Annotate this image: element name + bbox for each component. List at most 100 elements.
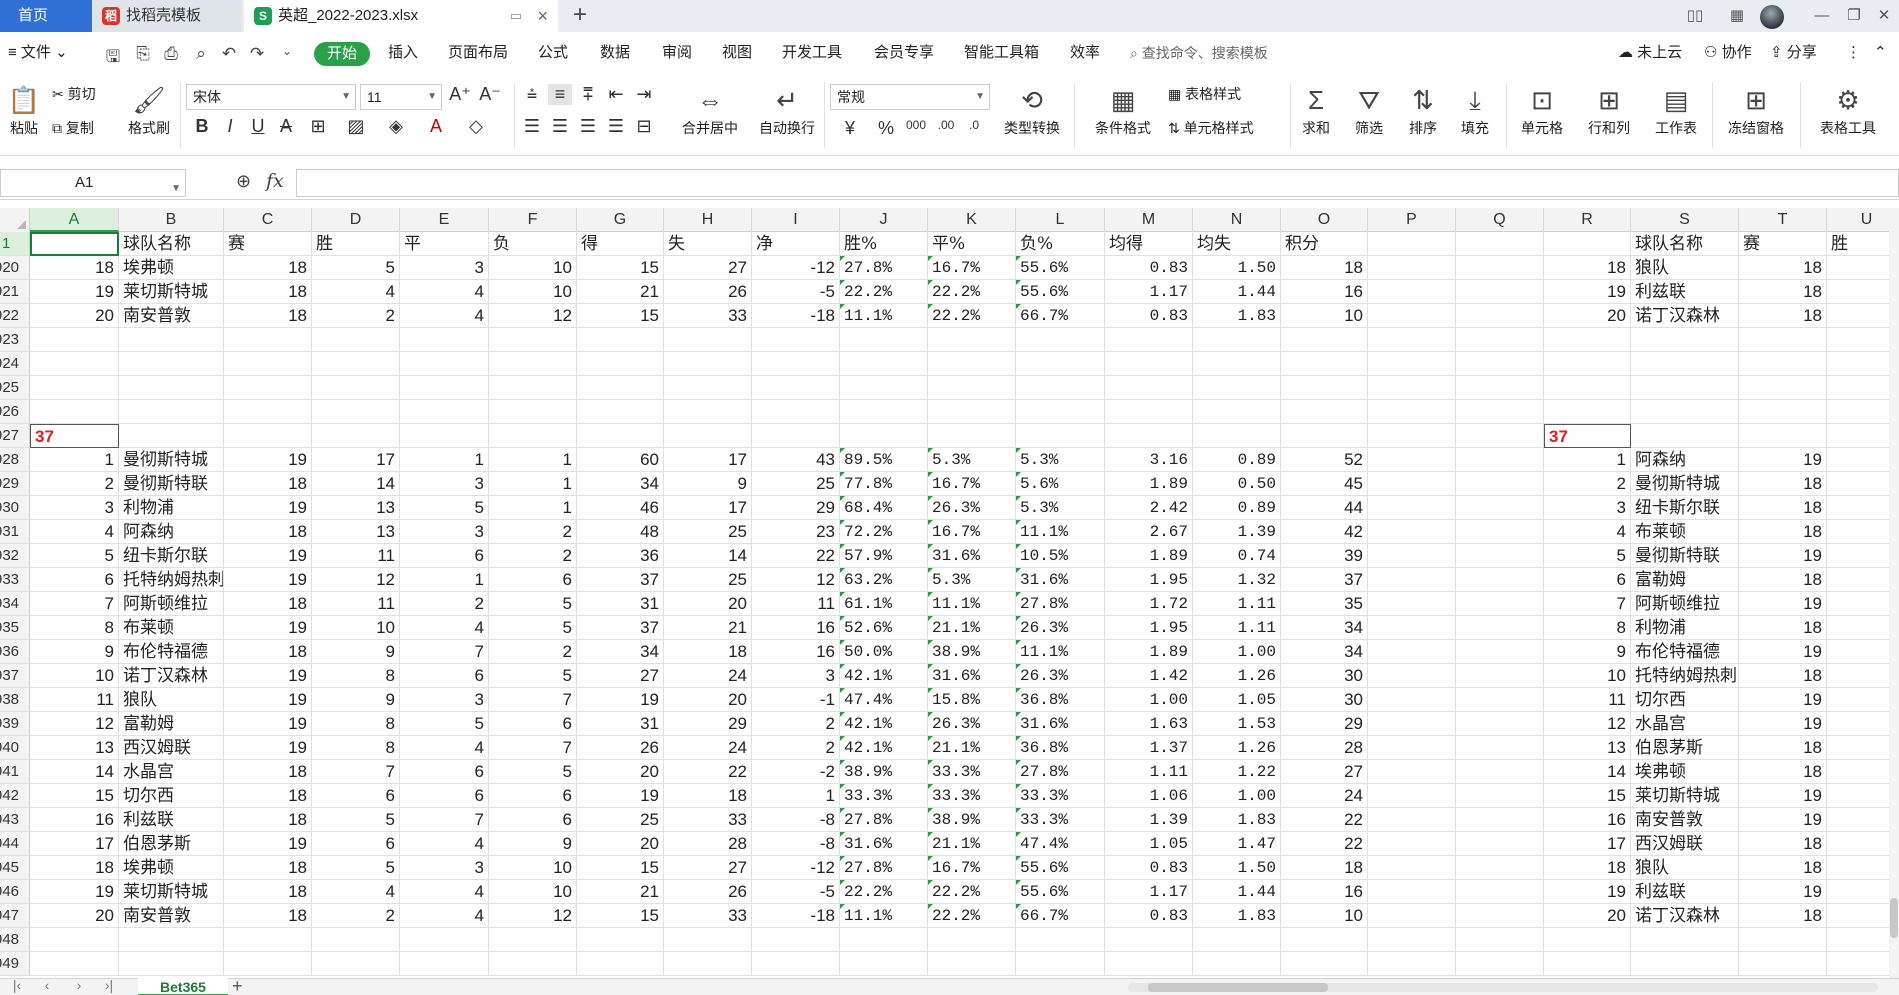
table-cell[interactable]: 3 bbox=[400, 256, 489, 280]
table-cell[interactable]: 莱切斯特城 bbox=[119, 880, 224, 904]
table-cell[interactable]: 20 bbox=[1544, 904, 1631, 928]
table-cell[interactable] bbox=[1544, 928, 1631, 952]
table-cell[interactable]: 18 bbox=[664, 784, 752, 808]
cell-style-button[interactable]: ⇅ 单元格样式 bbox=[1168, 118, 1254, 138]
paste-button[interactable]: 📋 粘贴 bbox=[4, 82, 44, 138]
table-cell[interactable]: 19 bbox=[224, 544, 312, 568]
table-cell[interactable]: 1.11 bbox=[1193, 592, 1281, 616]
table-cell[interactable]: 曼彻斯特联 bbox=[119, 472, 224, 496]
table-cell[interactable]: 16 bbox=[1544, 808, 1631, 832]
table-cell[interactable] bbox=[1368, 448, 1456, 472]
table-cell[interactable] bbox=[664, 352, 752, 376]
row-header[interactable]: 933 bbox=[0, 568, 30, 592]
table-cell[interactable] bbox=[400, 952, 489, 976]
table-cell[interactable] bbox=[1739, 928, 1827, 952]
table-cell[interactable]: 3 bbox=[400, 520, 489, 544]
table-cell[interactable]: 1.22 bbox=[1193, 760, 1281, 784]
table-cell[interactable]: 19 bbox=[224, 616, 312, 640]
table-cell[interactable]: 72.2% bbox=[840, 520, 928, 544]
table-cell[interactable] bbox=[224, 376, 312, 400]
table-cell[interactable]: 11.1% bbox=[840, 304, 928, 328]
table-cell[interactable]: 24 bbox=[664, 664, 752, 688]
table-cell[interactable]: 10 bbox=[1281, 904, 1368, 928]
table-cell[interactable]: 19 bbox=[577, 784, 664, 808]
row-header[interactable]: 945 bbox=[0, 856, 30, 880]
table-cell[interactable] bbox=[1105, 424, 1193, 448]
table-cell[interactable] bbox=[400, 328, 489, 352]
table-cell[interactable] bbox=[928, 928, 1016, 952]
table-cell[interactable]: 曼彻斯特联 bbox=[1631, 544, 1739, 568]
table-cell[interactable] bbox=[489, 328, 577, 352]
italic-icon[interactable]: I bbox=[218, 116, 242, 137]
table-cell[interactable]: 6 bbox=[400, 760, 489, 784]
table-cell[interactable] bbox=[400, 928, 489, 952]
table-cell[interactable]: 14 bbox=[312, 472, 400, 496]
table-cell[interactable]: 29 bbox=[664, 712, 752, 736]
table-cell[interactable]: 20 bbox=[664, 688, 752, 712]
table-cell[interactable] bbox=[312, 928, 400, 952]
table-cell[interactable]: -1 bbox=[752, 688, 840, 712]
table-cell[interactable]: 18 bbox=[664, 640, 752, 664]
table-cell[interactable]: 南安普敦 bbox=[1631, 808, 1739, 832]
table-cell[interactable]: 纽卡斯尔联 bbox=[119, 544, 224, 568]
table-cell[interactable]: 布莱顿 bbox=[119, 616, 224, 640]
table-cell[interactable]: 5 bbox=[489, 616, 577, 640]
sheet-tab-bet365[interactable]: Bet365 bbox=[138, 978, 228, 995]
table-cell[interactable]: -12 bbox=[752, 856, 840, 880]
align-middle-icon[interactable]: ≡ bbox=[548, 84, 572, 105]
minimize-icon[interactable]: — bbox=[1808, 0, 1836, 32]
table-cell[interactable]: 44 bbox=[1281, 496, 1368, 520]
column-header-h[interactable]: H bbox=[664, 208, 752, 232]
table-cell[interactable]: 0.83 bbox=[1105, 904, 1193, 928]
table-cell[interactable]: 3 bbox=[400, 856, 489, 880]
table-cell[interactable] bbox=[1456, 904, 1544, 928]
table-cell[interactable]: 4 bbox=[1544, 520, 1631, 544]
table-cell[interactable] bbox=[30, 928, 119, 952]
table-cell[interactable] bbox=[752, 352, 840, 376]
table-cell[interactable] bbox=[1368, 808, 1456, 832]
menu-smart[interactable]: 智能工具箱 bbox=[964, 32, 1039, 74]
table-cell[interactable] bbox=[312, 424, 400, 448]
table-cell[interactable]: -8 bbox=[752, 808, 840, 832]
table-cell[interactable] bbox=[1456, 496, 1544, 520]
table-cell[interactable]: 10 bbox=[1281, 304, 1368, 328]
table-cell[interactable]: 10 bbox=[489, 256, 577, 280]
table-cell[interactable]: 18 bbox=[224, 784, 312, 808]
table-cell[interactable]: 17 bbox=[312, 448, 400, 472]
table-cell[interactable]: 15 bbox=[577, 856, 664, 880]
table-cell[interactable]: 52 bbox=[1281, 448, 1368, 472]
table-cell[interactable] bbox=[1456, 328, 1544, 352]
table-cell[interactable]: 18 bbox=[1739, 256, 1827, 280]
table-cell[interactable]: 22 bbox=[752, 544, 840, 568]
table-cell[interactable]: 胜 bbox=[312, 232, 400, 256]
table-cell[interactable]: 平% bbox=[928, 232, 1016, 256]
table-cell[interactable]: 6 bbox=[1544, 568, 1631, 592]
table-cell[interactable]: 15 bbox=[577, 304, 664, 328]
table-cell[interactable]: 3 bbox=[400, 472, 489, 496]
table-cell[interactable] bbox=[1281, 952, 1368, 976]
table-cell[interactable] bbox=[1368, 592, 1456, 616]
column-header-g[interactable]: G bbox=[577, 208, 664, 232]
table-cell[interactable]: 46 bbox=[577, 496, 664, 520]
close-window-icon[interactable]: ✕ bbox=[1870, 0, 1898, 32]
table-cell[interactable]: 8 bbox=[312, 712, 400, 736]
table-cell[interactable] bbox=[400, 400, 489, 424]
table-cell[interactable] bbox=[1368, 952, 1456, 976]
table-cell[interactable] bbox=[1016, 400, 1105, 424]
table-cell[interactable]: 27.8% bbox=[840, 256, 928, 280]
horizontal-scrollbar[interactable] bbox=[1128, 983, 1878, 992]
table-cell[interactable]: 1.11 bbox=[1105, 760, 1193, 784]
table-cell[interactable]: 20 bbox=[577, 832, 664, 856]
table-cell[interactable]: 18 bbox=[1739, 568, 1827, 592]
table-cell[interactable]: 利兹联 bbox=[119, 808, 224, 832]
worksheet-button[interactable]: ▤ 工作表 bbox=[1646, 82, 1706, 138]
table-cell[interactable] bbox=[400, 352, 489, 376]
table-cell[interactable]: 2 bbox=[30, 472, 119, 496]
table-cell[interactable]: 11.1% bbox=[840, 904, 928, 928]
table-cell[interactable]: 2 bbox=[1544, 472, 1631, 496]
row-header[interactable]: 923 bbox=[0, 328, 30, 352]
row-header[interactable]: 926 bbox=[0, 400, 30, 424]
table-cell[interactable]: 19 bbox=[224, 736, 312, 760]
table-cell[interactable]: 2 bbox=[312, 904, 400, 928]
table-cell[interactable] bbox=[1368, 688, 1456, 712]
